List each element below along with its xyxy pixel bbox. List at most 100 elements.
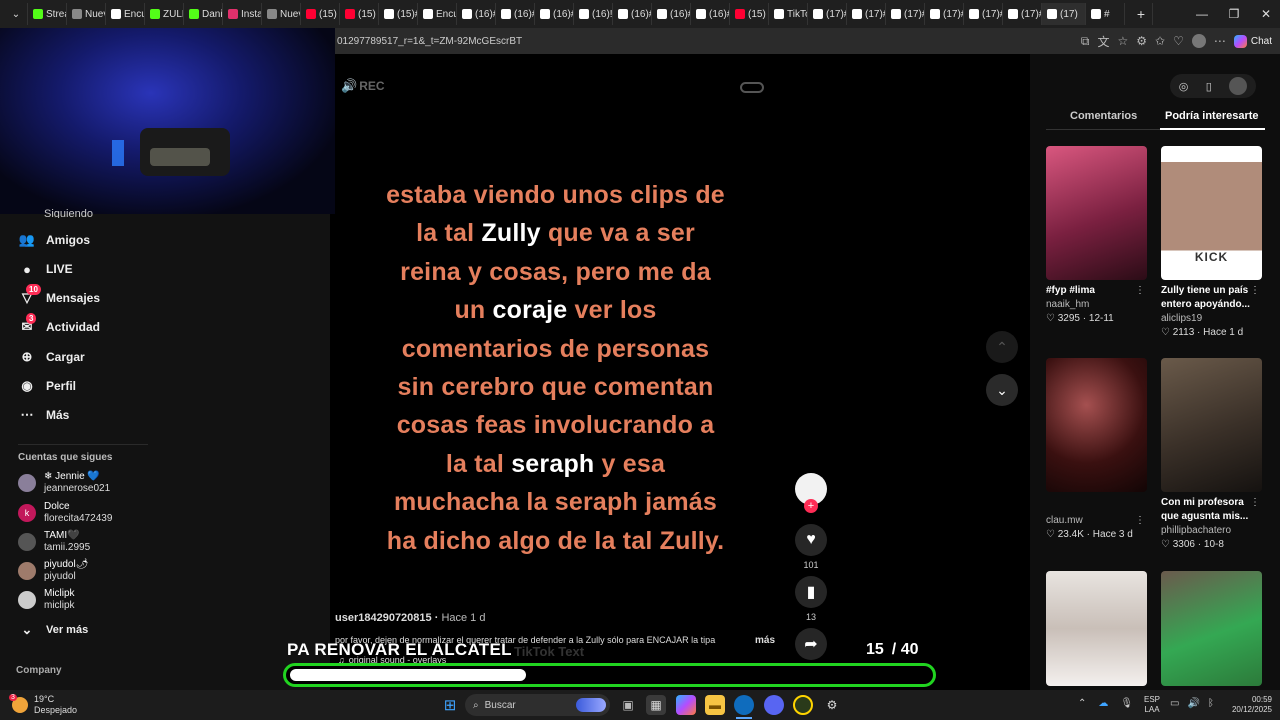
- browser-essentials-icon[interactable]: ♡: [1173, 34, 1184, 48]
- recommended-video-thumbnail[interactable]: [1161, 571, 1262, 686]
- video-title[interactable]: #fyp #lima: [1046, 284, 1147, 298]
- profile-avatar-icon[interactable]: [1191, 34, 1206, 48]
- store-icon[interactable]: ▦: [646, 695, 666, 715]
- sidebar-item-actividad[interactable]: ✉ 3 Actividad: [18, 313, 100, 335]
- mic-icon[interactable]: 🎙: [1120, 698, 1133, 709]
- browser-tab[interactable]: (16)#: [613, 3, 652, 25]
- follow-plus-icon[interactable]: +: [804, 499, 818, 513]
- video-sound-toggle[interactable]: 🔊 REC: [341, 78, 385, 94]
- followed-account[interactable]: piyudol🌶 piyudol: [18, 559, 88, 583]
- browser-tab[interactable]: (17)#: [886, 3, 925, 25]
- sidebar-item-live[interactable]: ● LIVE: [18, 261, 73, 277]
- like-action[interactable]: ♥ 101: [795, 524, 827, 570]
- video-author[interactable]: clau.mw: [1046, 514, 1147, 528]
- video-author[interactable]: naaik_hm: [1046, 298, 1147, 312]
- recommended-video-thumbnail[interactable]: [1046, 146, 1147, 280]
- start-button[interactable]: ⊞: [440, 695, 460, 715]
- recommended-video-thumbnail[interactable]: [1046, 358, 1147, 492]
- browser-tab[interactable]: (15): [340, 3, 379, 25]
- file-explorer-icon[interactable]: ▬: [705, 695, 725, 715]
- video-author[interactable]: phillipbachatero: [1161, 524, 1262, 538]
- browser-tab[interactable]: (17)#: [964, 3, 1003, 25]
- sidebar-item-cargar[interactable]: ⊕ Cargar: [18, 349, 85, 365]
- close-window-button[interactable]: ✕: [1250, 0, 1280, 28]
- new-tab-button[interactable]: +: [1125, 3, 1153, 25]
- browser-tab[interactable]: (16)#: [691, 3, 730, 25]
- browser-tab[interactable]: (17)#: [808, 3, 847, 25]
- description-more-link[interactable]: más: [755, 635, 775, 646]
- browser-tab[interactable]: Strea: [28, 3, 67, 25]
- url-text[interactable]: 01297789517_r=1&_t=ZM-92McGEscrBT: [337, 36, 522, 47]
- browser-tab[interactable]: Nuev: [67, 3, 106, 25]
- more-options-icon[interactable]: ⋮: [1250, 284, 1260, 298]
- edge-browser-icon[interactable]: [734, 695, 754, 715]
- extensions-icon[interactable]: ⚙: [1136, 34, 1147, 48]
- browser-tab[interactable]: (17)#: [925, 3, 964, 25]
- task-view-icon[interactable]: ▣: [618, 695, 638, 715]
- more-options-icon[interactable]: ⋮: [1135, 514, 1145, 528]
- browser-tab[interactable]: TikTo: [769, 3, 808, 25]
- sidebar-item-mensajes[interactable]: ▽ 10 Mensajes: [18, 284, 100, 306]
- taskbar-search[interactable]: ⌕ Buscar: [465, 694, 610, 716]
- browser-tab[interactable]: (16)#: [457, 3, 496, 25]
- more-options-icon[interactable]: ⋮: [1135, 284, 1145, 298]
- browser-tab[interactable]: (17): [1042, 3, 1086, 25]
- tab-podria-interesarte[interactable]: Podría interesarte: [1165, 110, 1259, 122]
- followed-account[interactable]: TAMI🖤 tamii.2995: [18, 530, 90, 554]
- save-action[interactable]: ▮ 13: [795, 576, 827, 622]
- browser-tab[interactable]: Insta: [223, 3, 262, 25]
- browser-tab[interactable]: (15): [730, 3, 769, 25]
- discord-icon[interactable]: [764, 695, 784, 715]
- followed-account[interactable]: ❄ Jennie 💙 jeannerose021: [18, 471, 110, 495]
- sidebar-partial-item[interactable]: Siguiendo: [44, 208, 93, 218]
- user-avatar[interactable]: [1229, 77, 1248, 95]
- weather-widget[interactable]: 3 19°C Despejado: [9, 694, 77, 716]
- menu-dots-icon[interactable]: ⋯: [1214, 34, 1226, 48]
- phone-icon[interactable]: ▯: [1206, 80, 1212, 93]
- tray-overflow-icon[interactable]: ⌃: [1078, 698, 1086, 709]
- sidebar-item-ms[interactable]: ⋯ Más: [18, 407, 70, 423]
- video-title[interactable]: Zully tiene un país entero apoyándo...: [1161, 284, 1262, 312]
- followed-account[interactable]: k Dolce florecita472439: [18, 501, 112, 525]
- recommended-video-thumbnail[interactable]: [1161, 358, 1262, 492]
- video-settings-toggle[interactable]: [740, 82, 764, 93]
- browser-tab[interactable]: (15): [301, 3, 340, 25]
- browser-tab[interactable]: (16)#: [535, 3, 574, 25]
- translate-icon[interactable]: 文: [1098, 33, 1110, 50]
- see-more-link[interactable]: ⌄ Ver más: [18, 622, 89, 638]
- video-title[interactable]: Con mi profesora que agusnta mis...: [1161, 496, 1262, 524]
- clock[interactable]: 00:59 20/12/2025: [1218, 695, 1272, 715]
- language-indicator[interactable]: ESP LAA: [1144, 695, 1160, 715]
- browser-tab[interactable]: Encu: [418, 3, 457, 25]
- browser-tab[interactable]: (17)#: [847, 3, 886, 25]
- quick-settings[interactable]: ▭ 🔊 ᛒ: [1170, 698, 1214, 709]
- next-video-button[interactable]: ⌄: [986, 374, 1018, 406]
- bookmark-icon[interactable]: ▮: [795, 576, 827, 608]
- favorites-icon[interactable]: ✩: [1155, 34, 1165, 48]
- author-name[interactable]: user184290720815: [335, 612, 432, 624]
- recommended-video-thumbnail[interactable]: KICK: [1161, 146, 1262, 280]
- copilot-app-icon[interactable]: [676, 695, 696, 715]
- browser-tab[interactable]: (15)#: [379, 3, 418, 25]
- browser-tab[interactable]: (16)#: [652, 3, 691, 25]
- browser-tab[interactable]: (16)#: [496, 3, 535, 25]
- tab-comments[interactable]: Comentarios: [1070, 110, 1137, 122]
- coin-icon[interactable]: ◎: [1179, 80, 1189, 93]
- copilot-chat-button[interactable]: Chat: [1233, 34, 1272, 48]
- tab-list-button[interactable]: ⌄: [0, 3, 28, 25]
- address-bar[interactable]: 01297789517_r=1&_t=ZM-92McGEscrBT ⧉ 文 ☆ …: [335, 28, 1280, 54]
- maximize-button[interactable]: ❐: [1218, 0, 1250, 28]
- browser-tab[interactable]: Encu: [106, 3, 145, 25]
- company-link[interactable]: Company: [16, 665, 62, 676]
- browser-tab[interactable]: ZULL: [145, 3, 184, 25]
- browser-tab[interactable]: (17)#: [1003, 3, 1042, 25]
- sidebar-item-perfil[interactable]: ◉ Perfil: [18, 378, 76, 394]
- video-author[interactable]: user184290720815 · Hace 1 d: [335, 612, 485, 624]
- followed-account[interactable]: Miclipk miclipk: [18, 588, 75, 612]
- creator-avatar-button[interactable]: +: [795, 473, 827, 513]
- browser-tab[interactable]: #: [1086, 3, 1125, 25]
- onedrive-icon[interactable]: ☁: [1098, 698, 1108, 709]
- video-author[interactable]: aliclips19: [1161, 312, 1262, 326]
- obs-icon[interactable]: [793, 695, 813, 715]
- minimize-button[interactable]: —: [1186, 0, 1218, 28]
